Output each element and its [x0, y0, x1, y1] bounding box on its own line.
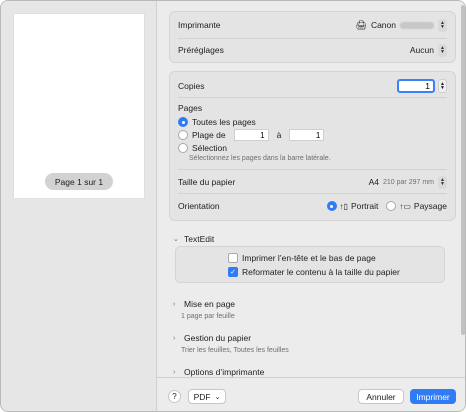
printer-value: Canon [370, 20, 396, 30]
updown-chevron-icon: ▲ ▼ [438, 175, 447, 189]
printer-model-redacted [400, 21, 434, 29]
presets-popup[interactable]: Aucun ▲ ▼ [409, 43, 447, 57]
portrait-radio[interactable] [326, 201, 337, 211]
divider [178, 97, 447, 98]
copies-stepper[interactable]: ▲ ▼ [438, 79, 447, 93]
pages-all-option[interactable]: Toutes les pages [178, 117, 256, 127]
pdf-label: PDF [193, 391, 211, 402]
pages-all-label: Toutes les pages [192, 117, 256, 127]
layout-label: Mise en page [184, 299, 236, 309]
pages-range-option[interactable]: Plage de à [178, 129, 325, 141]
textedit-label: TextEdit [184, 234, 215, 244]
textedit-disclosure[interactable]: ⌄ TextEdit [173, 234, 214, 244]
paper-size-row[interactable]: Taille du papier A4 210 par 297 mm ▲ ▼ [178, 174, 447, 190]
pages-label: Pages [178, 103, 203, 113]
copies-input[interactable] [397, 79, 435, 93]
layout-summary: 1 page par feuille [181, 313, 235, 320]
rewrap-option[interactable]: ✓ Reformater le contenu à la taille du p… [228, 267, 400, 277]
printer-card: Imprimante 🖨 Canon ▲ ▼ Préréglages Aucun … [169, 11, 456, 63]
landscape-label: Paysage [413, 201, 447, 211]
paper-size-detail: 210 par 297 mm [383, 178, 434, 186]
pages-range-label: Plage de [192, 130, 226, 140]
paper-handling-summary: Trier les feuilles, Toutes les feuilles [181, 347, 289, 354]
pages-selection-radio[interactable] [178, 143, 188, 153]
print-button[interactable]: Imprimer [410, 389, 456, 404]
paper-handling-disclosure[interactable]: › Gestion du papier [173, 333, 251, 343]
printer-label: Imprimante [178, 20, 221, 30]
pages-range-radio[interactable] [178, 130, 188, 140]
printer-options-label: Options d’imprimante [184, 367, 265, 377]
printer-row[interactable]: Imprimante 🖨 Canon ▲ ▼ [178, 17, 447, 33]
paper-size-value: A4 [368, 177, 380, 187]
updown-chevron-icon: ▲ ▼ [438, 43, 447, 57]
settings-card: Copies ▲▼ Pages Toutes les pages Plage d… [169, 71, 456, 221]
paper-size-label: Taille du papier [178, 177, 236, 187]
presets-label: Préréglages [178, 45, 224, 55]
header-footer-label: Imprimer l’en-tête et le bas de page [242, 253, 376, 263]
print-dialog: Page 1 sur 1 Imprimante 🖨 Canon ▲ ▼ Préré… [0, 0, 466, 412]
preview-pane: Page 1 sur 1 [1, 1, 157, 411]
presets-row[interactable]: Préréglages Aucun ▲ ▼ [178, 42, 447, 58]
copies-row: Copies ▲▼ [178, 78, 447, 94]
printer-popup[interactable]: 🖨 Canon ▲ ▼ [355, 18, 447, 32]
header-footer-checkbox[interactable] [228, 253, 238, 263]
rewrap-label: Reformater le contenu à la taille du pap… [242, 267, 400, 277]
page-preview[interactable] [14, 14, 144, 198]
landscape-icon: ↑▭ [399, 201, 411, 211]
layout-disclosure[interactable]: › Mise en page [173, 299, 235, 309]
range-from-input[interactable] [233, 129, 269, 141]
pdf-menu-button[interactable]: PDF ⌄ [188, 389, 226, 404]
cancel-button[interactable]: Annuler [358, 389, 404, 404]
portrait-label: Portrait [350, 201, 379, 211]
chevron-down-icon: ⌄ [214, 393, 221, 401]
orientation-landscape-option[interactable]: ↑▭ Paysage [386, 201, 447, 211]
page-indicator: Page 1 sur 1 [45, 173, 113, 190]
orientation-row: Orientation ↑▯ Portrait ↑▭ Paysage [178, 198, 447, 214]
header-footer-option[interactable]: Imprimer l’en-tête et le bas de page [228, 253, 376, 263]
paper-size-popup[interactable]: A4 210 par 297 mm ▲ ▼ [368, 175, 447, 189]
help-button[interactable]: ? [168, 390, 181, 403]
printer-options-disclosure[interactable]: › Options d’imprimante [173, 367, 264, 377]
copies-control: ▲▼ [397, 79, 447, 93]
paper-handling-label: Gestion du papier [184, 333, 252, 343]
rewrap-checkbox[interactable]: ✓ [228, 267, 238, 277]
orientation-options: ↑▯ Portrait ↑▭ Paysage [326, 201, 447, 211]
pages-selection-option[interactable]: Sélection [178, 143, 227, 153]
divider [178, 38, 447, 39]
orientation-portrait-option[interactable]: ↑▯ Portrait [326, 201, 379, 211]
pages-all-radio[interactable] [178, 117, 188, 127]
updown-chevron-icon: ▲ ▼ [438, 18, 447, 32]
range-to-input[interactable] [289, 129, 325, 141]
portrait-icon: ↑▯ [339, 201, 348, 211]
dialog-footer: ? PDF ⌄ Annuler Imprimer [157, 377, 465, 411]
settings-scroll-area[interactable]: Imprimante 🖨 Canon ▲ ▼ Préréglages Aucun … [157, 1, 465, 377]
chevron-right-icon: › [173, 334, 176, 342]
textedit-options-box: Imprimer l’en-tête et le bas de page ✓ R… [175, 246, 445, 283]
copies-label: Copies [178, 81, 205, 91]
scrollbar[interactable] [461, 5, 465, 335]
divider [178, 169, 447, 170]
range-to-label: à [276, 130, 282, 140]
chevron-right-icon: › [173, 300, 176, 308]
settings-pane: Imprimante 🖨 Canon ▲ ▼ Préréglages Aucun … [157, 1, 465, 411]
divider [178, 193, 447, 194]
pages-selection-label: Sélection [192, 143, 227, 153]
chevron-right-icon: › [173, 368, 176, 376]
landscape-radio[interactable] [386, 201, 397, 211]
selection-hint: Sélectionnez les pages dans la barre lat… [189, 155, 331, 162]
chevron-down-icon: ⌄ [173, 236, 179, 243]
presets-value: Aucun [409, 45, 434, 55]
orientation-label: Orientation [178, 201, 220, 211]
printer-icon: 🖨 [355, 19, 367, 30]
